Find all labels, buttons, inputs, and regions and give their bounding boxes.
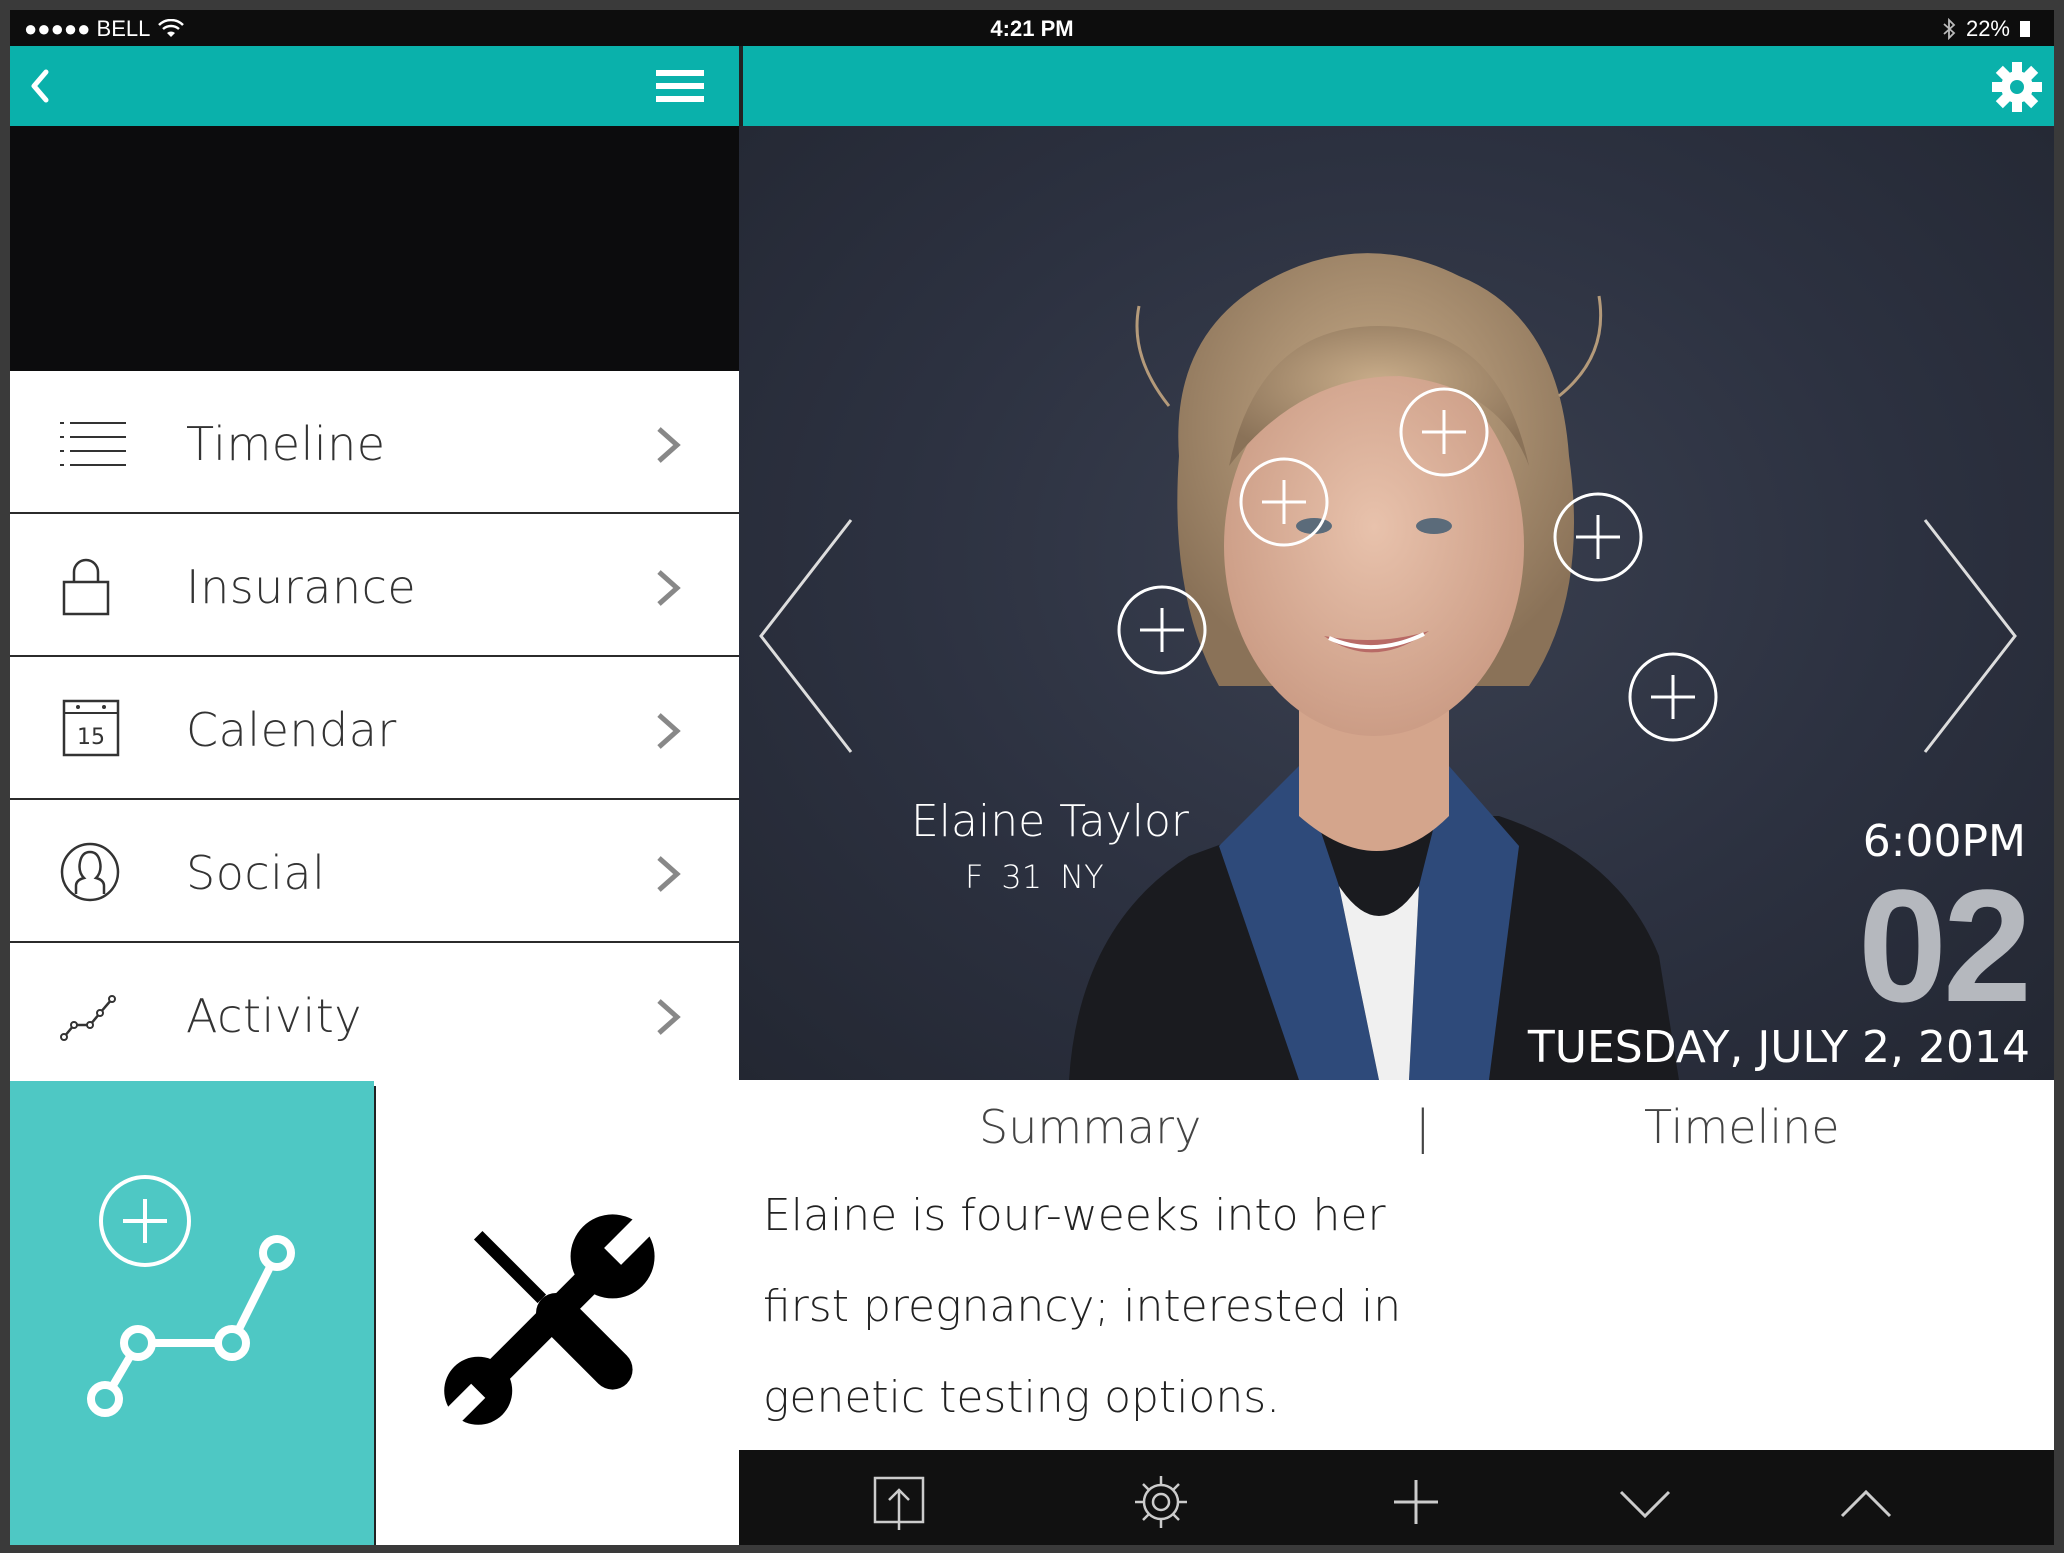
add-annotation-hotspot[interactable]	[1398, 386, 1490, 478]
summary-panel: Summary | Timeline Elaine is four-weeks …	[739, 1080, 2054, 1450]
battery-percent: 22%	[1965, 16, 2010, 41]
tab-timeline[interactable]: Timeline	[1644, 1100, 1840, 1154]
add-button[interactable]	[1386, 1472, 1446, 1532]
patient-state: NY	[1060, 858, 1104, 896]
calendar-icon: 15	[62, 699, 120, 757]
left-toolbar	[10, 46, 739, 126]
add-annotation-hotspot[interactable]	[1552, 491, 1644, 583]
add-annotation-hotspot[interactable]	[1238, 456, 1330, 548]
sidebar-item-activity[interactable]: Activity	[10, 943, 739, 1086]
chevron-right-icon	[657, 856, 681, 892]
status-bar: ●●●●● BELL 4:21 PM 22%	[10, 10, 2054, 46]
patient-photo: Elaine Taylor F 31 NY 6:00PM 02 TUESDAY,…	[739, 126, 2054, 1080]
sidebar-menu: Timeline Insurance 15 Calendar Social Ac…	[10, 371, 739, 1086]
add-annotation-hotspot[interactable]	[1116, 584, 1208, 676]
add-annotation-hotspot[interactable]	[1627, 651, 1719, 743]
chevron-down-button[interactable]	[1615, 1472, 1675, 1532]
previous-arrow-button[interactable]	[757, 516, 857, 756]
sidebar-item-label: Insurance	[186, 560, 417, 614]
sidebar-item-social[interactable]: Social	[10, 800, 739, 943]
patient-age: 31	[1001, 858, 1043, 896]
list-icon	[60, 422, 126, 466]
sidebar-header	[10, 126, 739, 371]
tools-icon	[442, 1212, 657, 1427]
patient-demographics: F 31 NY	[965, 858, 1104, 896]
appointment-date: TUESDAY, JULY 2, 2014	[1527, 1022, 2030, 1073]
add-activity-icon	[87, 1175, 295, 1417]
user-icon	[60, 842, 120, 902]
sidebar-item-label: Activity	[186, 989, 363, 1043]
sidebar-item-label: Social	[186, 846, 326, 900]
next-arrow-button[interactable]	[1919, 516, 2019, 756]
patient-portrait-image	[1069, 253, 1679, 1080]
chevron-right-icon	[657, 427, 681, 463]
right-toolbar	[743, 46, 2054, 126]
add-activity-tile[interactable]	[10, 1081, 374, 1545]
sidebar-item-label: Calendar	[186, 703, 397, 757]
settings-cog-button[interactable]	[1131, 1472, 1191, 1532]
sidebar-item-insurance[interactable]: Insurance	[10, 514, 739, 657]
sidebar-item-label: Timeline	[186, 417, 386, 471]
summary-tabs: Summary | Timeline	[739, 1100, 2054, 1180]
chevron-right-icon	[657, 999, 681, 1035]
tab-separator: |	[1415, 1100, 1431, 1154]
patient-name: Elaine Taylor	[911, 796, 1189, 847]
ipad-screen: ●●●●● BELL 4:21 PM 22% Timeline Insuranc…	[10, 10, 2054, 1545]
hamburger-menu-button[interactable]	[656, 66, 704, 106]
bluetooth-icon	[1943, 18, 1956, 40]
bottom-action-bar	[739, 1450, 2054, 1545]
settings-gear-button[interactable]	[1990, 60, 2044, 114]
sidebar-item-timeline[interactable]: Timeline	[10, 371, 739, 514]
patient-summary-text: Elaine is four-weeks into her first preg…	[763, 1190, 1402, 1423]
battery-icon	[2020, 21, 2030, 37]
appointment-day-number: 02	[1858, 856, 2032, 1035]
tab-summary[interactable]: Summary	[979, 1100, 1201, 1154]
status-time: 4:21 PM	[990, 16, 1074, 41]
lock-icon	[62, 558, 110, 616]
share-upload-button[interactable]	[869, 1472, 929, 1532]
sidebar-item-calendar[interactable]: 15 Calendar	[10, 657, 739, 800]
chevron-right-icon	[657, 713, 681, 749]
activity-graph-icon	[60, 995, 116, 1041]
chevron-up-button[interactable]	[1836, 1472, 1896, 1532]
patient-sex: F	[965, 858, 984, 896]
back-button[interactable]	[20, 64, 64, 108]
chevron-right-icon	[657, 570, 681, 606]
tools-tile[interactable]	[376, 1081, 739, 1545]
calendar-day-number: 15	[77, 725, 105, 750]
